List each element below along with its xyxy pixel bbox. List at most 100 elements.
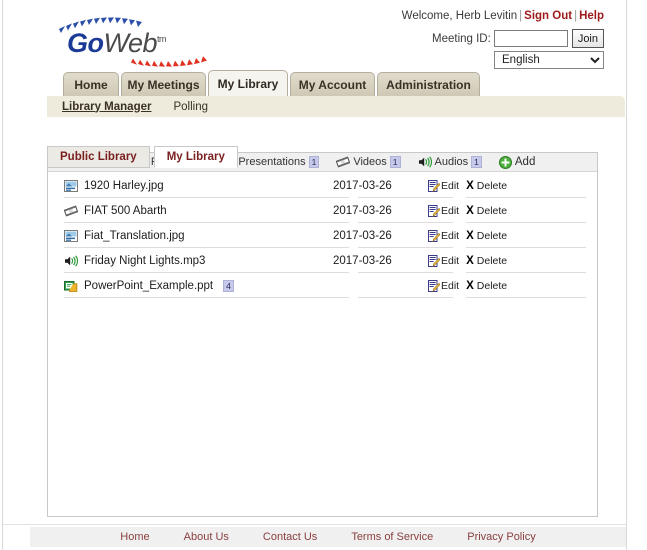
file-name[interactable]: FIAT 500 Abarth (84, 205, 167, 217)
main-tab-administration[interactable]: Administration (377, 72, 480, 96)
library-tab-label: Public Library (60, 151, 137, 163)
footer-link-privacy-policy[interactable]: Privacy Policy (467, 531, 535, 543)
footer-link-terms-of-service[interactable]: Terms of Service (351, 531, 433, 543)
file-date: 2017-03-26 (333, 204, 392, 217)
filter-count-badge: 1 (389, 156, 401, 168)
file-date: 2017-03-26 (333, 254, 392, 267)
main-tab-label: My Meetings (127, 77, 200, 92)
file-date: 2017-03-26 (333, 229, 392, 242)
help-link[interactable]: Help (579, 10, 604, 22)
file-name[interactable]: Friday Night Lights.mp3 (84, 255, 205, 267)
library-tab-public-library[interactable]: Public Library (47, 146, 150, 168)
file-row: Friday Night Lights.mp3 2017-03-26 Edit X De… (48, 248, 597, 273)
file-date-cell: 2017-03-26 (333, 248, 428, 273)
logo-red-arc-icon (129, 48, 213, 68)
edit-label: Edit (441, 204, 460, 217)
edit-label: Edit (441, 179, 460, 192)
page-root: GoWebtm Welcome, Herb Levitin | Sign Out | H… (0, 0, 647, 550)
filter-label: Presentations (238, 156, 306, 168)
goweb-logo[interactable]: GoWebtm (43, 10, 218, 68)
delete-label: Delete (476, 254, 508, 267)
file-actions-cell: Edit X Delete (428, 223, 597, 248)
file-date: 2017-03-26 (333, 179, 392, 192)
filter-label: Videos (353, 156, 387, 168)
edit-file-button[interactable]: Edit (428, 179, 460, 192)
edit-label: Edit (441, 254, 460, 267)
footer-link-contact-us[interactable]: Contact Us (263, 531, 317, 543)
audio-icon (64, 254, 79, 267)
library-tab-strip: Public Library My Library (47, 146, 238, 168)
edit-icon (428, 204, 441, 217)
main-tab-my-meetings[interactable]: My Meetings (121, 72, 206, 96)
delete-x-icon: X (466, 279, 474, 292)
edit-file-button[interactable]: Edit (428, 279, 459, 292)
library-tab-label: My Library (166, 151, 225, 163)
logo-go-text: Go (67, 28, 104, 58)
file-date-cell: 2017-03-26 (333, 198, 428, 223)
file-date-cell: 2017-03-26 (333, 223, 428, 248)
file-actions-cell: Edit X Delete (428, 273, 597, 298)
filter-count-badge: 1 (471, 156, 482, 168)
main-tab-label: My Account (298, 77, 367, 92)
main-tab-label: My Library (217, 76, 279, 91)
row-separator (64, 297, 349, 298)
add-file-label: Add (514, 156, 536, 168)
file-name[interactable]: PowerPoint_Example.ppt (84, 280, 213, 292)
delete-file-button[interactable]: X Delete (466, 180, 507, 192)
library-tab-my-library[interactable]: My Library (153, 146, 238, 168)
delete-file-button[interactable]: X Delete (466, 230, 507, 242)
footer-divider (3, 524, 626, 525)
video-icon (63, 204, 79, 217)
video-icon (336, 156, 351, 168)
subnav-item-polling[interactable]: Polling (173, 101, 208, 113)
presentation-icon (64, 280, 78, 292)
main-tab-my-account[interactable]: My Account (290, 72, 375, 96)
delete-x-icon: X (466, 204, 474, 217)
sign-out-link[interactable]: Sign Out (524, 10, 572, 22)
delete-x-icon: X (466, 229, 474, 242)
footer-link-home[interactable]: Home (120, 531, 149, 543)
file-name-cell: PowerPoint_Example.ppt 4 (48, 273, 333, 298)
file-name-cell: Friday Night Lights.mp3 (48, 248, 333, 273)
language-select[interactable]: English (494, 51, 604, 69)
add-file-button[interactable]: Add (498, 155, 536, 169)
edit-icon (428, 229, 441, 242)
picture-icon (64, 179, 78, 192)
page-header: GoWebtm Welcome, Herb Levitin | Sign Out | H… (3, 0, 626, 72)
file-actions-cell: Edit X Delete (428, 173, 597, 198)
main-tab-bar: Home My Meetings My Library My Account Admin… (3, 70, 626, 96)
delete-label: Delete (476, 204, 508, 217)
picture-icon (64, 229, 78, 242)
file-row: FIAT 500 Abarth 2017-03-26 Edit X Delete (48, 198, 597, 223)
subnav-item-library-manager[interactable]: Library Manager (62, 101, 151, 113)
delete-file-button[interactable]: X Delete (466, 280, 507, 292)
join-button[interactable]: Join (571, 29, 604, 48)
delete-x-icon: X (466, 179, 474, 192)
main-tab-label: Administration (386, 77, 471, 92)
edit-icon (428, 179, 441, 192)
delete-label: Delete (476, 229, 508, 242)
file-name[interactable]: 1920 Harley.jpg (84, 180, 164, 192)
filter-videos[interactable]: Videos 1 (336, 156, 401, 168)
edit-file-button[interactable]: Edit (428, 229, 459, 242)
edit-file-button[interactable]: Edit (428, 204, 460, 217)
main-tab-my-library[interactable]: My Library (208, 70, 288, 96)
file-name-cell: Fiat_Translation.jpg (48, 223, 333, 248)
file-date-cell: 2017-03-26 (333, 173, 428, 198)
sub-navigation: Library Manager Polling (47, 96, 625, 117)
file-list: 1920 Harley.jpg 2017-03-26 Edit X Delete FIAT… (48, 173, 597, 298)
delete-file-button[interactable]: X Delete (466, 255, 507, 267)
file-row: Fiat_Translation.jpg 2017-03-26 Edit X Delet… (48, 223, 597, 248)
delete-file-button[interactable]: X Delete (466, 205, 507, 217)
file-name-cell: FIAT 500 Abarth (48, 198, 333, 223)
edit-file-button[interactable]: Edit (428, 254, 460, 267)
file-name[interactable]: Fiat_Translation.jpg (84, 230, 185, 242)
filter-audios[interactable]: Audios 1 (418, 156, 482, 168)
delete-label: Delete (476, 179, 508, 192)
main-tab-home[interactable]: Home (63, 72, 119, 96)
add-plus-icon (498, 155, 512, 169)
page-right-rule (626, 0, 627, 550)
footer-link-about-us[interactable]: About Us (184, 531, 229, 543)
account-sep-1: | (519, 10, 523, 22)
meeting-id-input[interactable] (493, 30, 568, 47)
